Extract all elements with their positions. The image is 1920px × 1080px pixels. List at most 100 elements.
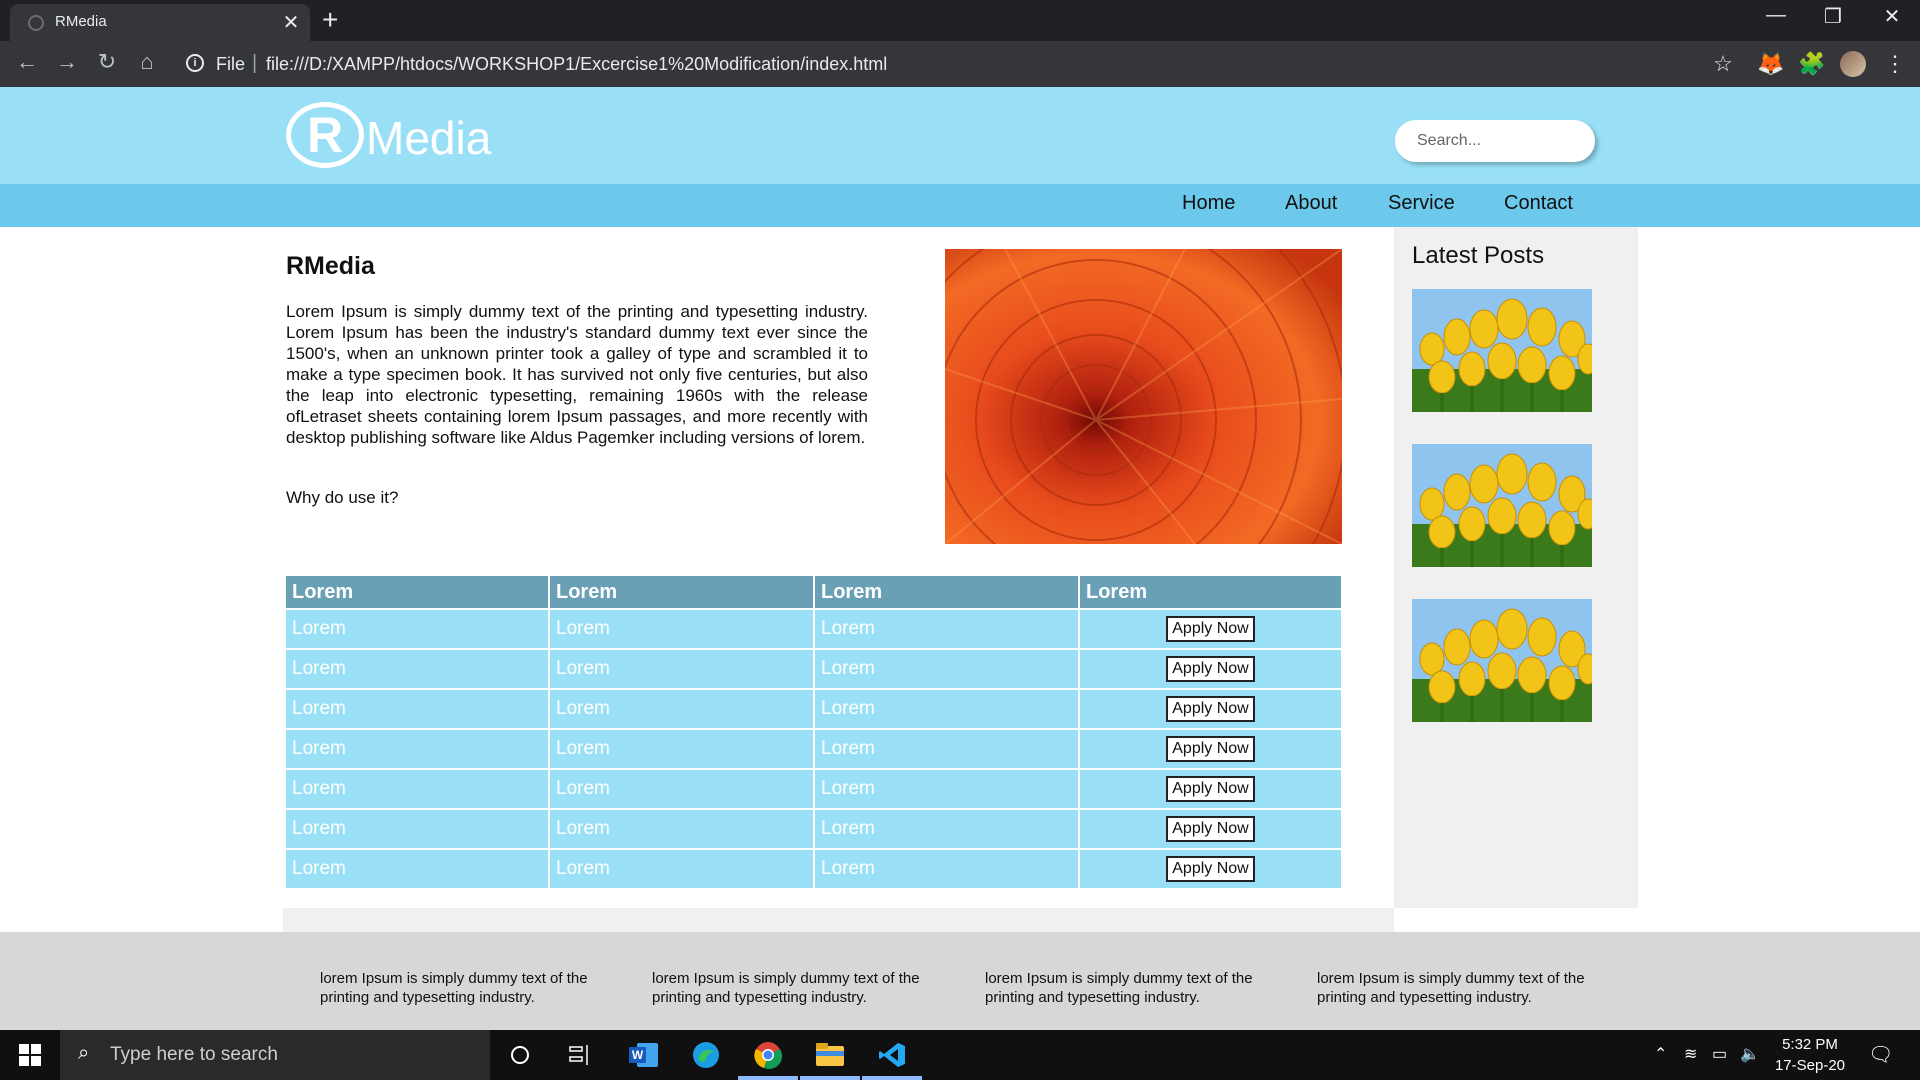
nav-link-service[interactable]: Service — [1388, 192, 1455, 215]
table-cell: Lorem — [815, 850, 1078, 888]
chevron-up-icon[interactable]: ⌃ — [1654, 1044, 1667, 1064]
post-thumbnail[interactable] — [1412, 599, 1592, 722]
apply-now-button[interactable]: Apply Now — [1166, 816, 1255, 842]
table-header-row: Lorem Lorem Lorem Lorem — [286, 576, 1341, 608]
search-input[interactable] — [1395, 120, 1595, 162]
jobs-table: Lorem Lorem Lorem Lorem Lorem Lorem Lore… — [286, 574, 1343, 890]
table-row: Lorem Lorem Lorem Apply Now — [286, 850, 1341, 888]
apply-now-button[interactable]: Apply Now — [1166, 656, 1255, 682]
table-cell: Lorem — [550, 770, 813, 808]
column-header: Lorem — [815, 576, 1078, 608]
running-app-indicator — [862, 1076, 922, 1080]
table-cell: Lorem — [286, 730, 548, 768]
task-view-icon[interactable] — [563, 1039, 597, 1071]
post-thumbnail[interactable] — [1412, 289, 1592, 412]
table-row: Lorem Lorem Lorem Apply Now — [286, 810, 1341, 848]
logo-text[interactable]: Media — [366, 111, 491, 165]
minimize-button[interactable]: — — [1756, 4, 1796, 27]
table-row: Lorem Lorem Lorem Apply Now — [286, 650, 1341, 688]
vscode-icon[interactable] — [875, 1039, 909, 1071]
table-cell: Lorem — [550, 850, 813, 888]
table-row: Lorem Lorem Lorem Apply Now — [286, 730, 1341, 768]
footer-column: lorem Ipsum is simply dummy text of the … — [320, 970, 588, 1006]
table-cell: Lorem — [550, 690, 813, 728]
browser-tab[interactable]: RMedia ✕ — [10, 4, 310, 41]
metamask-extension-icon[interactable]: 🦊 — [1756, 51, 1786, 77]
close-tab-icon[interactable]: ✕ — [280, 10, 302, 35]
table-cell: Lorem — [550, 810, 813, 848]
windows-taskbar: ⌕ Type here to search W ⌃ ≋ ▭ 🔈 5:32 PM … — [0, 1030, 1920, 1080]
cortana-icon[interactable] — [503, 1039, 537, 1071]
nav-link-home[interactable]: Home — [1182, 192, 1235, 215]
table-cell: Apply Now — [1080, 770, 1341, 808]
table-cell: Lorem — [815, 610, 1078, 648]
table-cell: Apply Now — [1080, 730, 1341, 768]
apply-now-button[interactable]: Apply Now — [1166, 776, 1255, 802]
table-cell: Lorem — [815, 690, 1078, 728]
apply-now-button[interactable]: Apply Now — [1166, 696, 1255, 722]
edge-icon[interactable] — [689, 1039, 723, 1071]
running-app-indicator — [800, 1076, 860, 1080]
active-app-indicator — [738, 1076, 798, 1080]
tab-title: RMedia — [55, 13, 107, 30]
wifi-icon[interactable]: ≋ — [1684, 1044, 1697, 1064]
table-cell: Lorem — [550, 730, 813, 768]
battery-icon[interactable]: ▭ — [1712, 1044, 1727, 1064]
clock-date: 17-Sep-20 — [1774, 1057, 1846, 1074]
apply-now-button[interactable]: Apply Now — [1166, 856, 1255, 882]
table-cell: Lorem — [286, 810, 548, 848]
reload-button[interactable]: ↻ — [92, 49, 122, 75]
back-button[interactable]: ← — [12, 49, 42, 75]
table-cell: Lorem — [550, 650, 813, 688]
table-cell: Apply Now — [1080, 850, 1341, 888]
extensions-puzzle-icon[interactable]: 🧩 — [1797, 51, 1827, 77]
forward-button[interactable]: → — [52, 49, 82, 75]
svg-text:W: W — [632, 1048, 644, 1062]
main-nav: Home About Service Contact — [0, 184, 1920, 227]
footer-column: lorem Ipsum is simply dummy text of the … — [652, 970, 920, 1006]
footer-column: lorem Ipsum is simply dummy text of the … — [1317, 970, 1585, 1006]
table-cell: Lorem — [815, 730, 1078, 768]
taskbar-clock[interactable]: 5:32 PM 17-Sep-20 — [1772, 1034, 1848, 1076]
loading-favicon-icon — [28, 15, 44, 31]
volume-icon[interactable]: 🔈 — [1740, 1044, 1760, 1064]
start-icon[interactable] — [13, 1039, 47, 1071]
nav-link-contact[interactable]: Contact — [1504, 192, 1573, 215]
table-cell: Lorem — [815, 810, 1078, 848]
chrome-icon[interactable] — [751, 1039, 785, 1071]
notifications-icon[interactable]: 🗨 — [1868, 1042, 1893, 1067]
table-cell: Lorem — [286, 610, 548, 648]
table-row: Lorem Lorem Lorem Apply Now — [286, 610, 1341, 648]
file-explorer-icon[interactable] — [813, 1039, 847, 1071]
table-cell: Lorem — [286, 770, 548, 808]
column-header: Lorem — [286, 576, 548, 608]
browser-menu-icon[interactable]: ⋮ — [1880, 51, 1910, 77]
column-header: Lorem — [550, 576, 813, 608]
post-thumbnail[interactable] — [1412, 444, 1592, 567]
taskbar-search[interactable]: ⌕ Type here to search — [60, 1030, 490, 1080]
apply-now-button[interactable]: Apply Now — [1166, 736, 1255, 762]
site-footer: lorem Ipsum is simply dummy text of the … — [0, 932, 1920, 1030]
profile-avatar[interactable] — [1840, 51, 1866, 77]
restore-button[interactable]: ❐ — [1813, 4, 1853, 29]
word-icon[interactable]: W — [627, 1039, 661, 1071]
apply-now-button[interactable]: Apply Now — [1166, 616, 1255, 642]
table-cell: Apply Now — [1080, 690, 1341, 728]
site-info-icon[interactable]: i — [186, 54, 204, 72]
logo-mark[interactable]: R — [286, 102, 364, 168]
table-cell: Lorem — [286, 690, 548, 728]
table-row: Lorem Lorem Lorem Apply Now — [286, 770, 1341, 808]
address-bar[interactable]: file:///D:/XAMPP/htdocs/WORKSHOP1/Excerc… — [266, 54, 887, 75]
nav-link-about[interactable]: About — [1285, 192, 1337, 215]
new-tab-button[interactable]: + — [322, 4, 338, 36]
content-bottom-strip — [283, 908, 1394, 932]
table-cell: Lorem — [550, 610, 813, 648]
clock-time: 5:32 PM — [1782, 1036, 1838, 1053]
close-window-button[interactable]: ✕ — [1872, 4, 1912, 29]
home-button[interactable]: ⌂ — [132, 49, 162, 75]
bookmark-star-icon[interactable]: ☆ — [1708, 51, 1738, 77]
browser-tab-bar: RMedia ✕ + — ❐ ✕ — [0, 0, 1920, 41]
intro-paragraph: Lorem Ipsum is simply dummy text of the … — [286, 302, 868, 447]
footer-column: lorem Ipsum is simply dummy text of the … — [985, 970, 1253, 1006]
site-header: R Media — [0, 87, 1920, 184]
